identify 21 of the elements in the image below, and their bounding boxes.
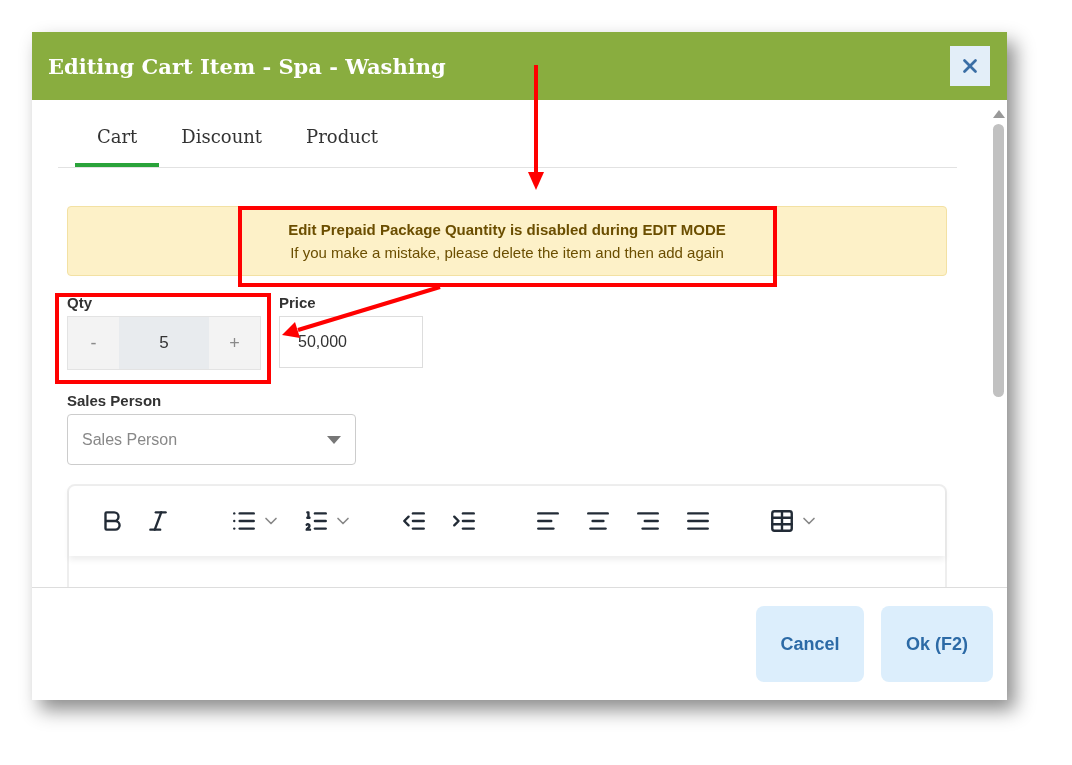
scroll-up-icon[interactable] (992, 110, 1005, 118)
sales-person-select[interactable]: Sales Person (67, 414, 356, 465)
qty-label: Qty (67, 294, 93, 311)
qty-value: 5 (119, 317, 209, 369)
tab[interactable]: Discount (159, 110, 285, 167)
tab[interactable]: Product (284, 110, 401, 167)
ok-button[interactable]: Ok (F2) (881, 606, 993, 682)
notice-heading: Edit Prepaid Package Quantity is disabled during EDIT MODE (288, 221, 726, 238)
close-button[interactable] (950, 46, 990, 86)
notice-message: If you make a mistake, please delete the item and then add again (290, 244, 724, 261)
scrollbar-thumb[interactable] (993, 124, 1004, 397)
cancel-button[interactable]: Cancel (756, 606, 864, 682)
price-label: Price (279, 294, 317, 311)
dropdown-caret-icon (327, 435, 341, 444)
select-placeholder: Sales Person (82, 430, 178, 449)
price-field[interactable]: 50,000 (279, 316, 423, 368)
table-icon[interactable] (769, 508, 795, 534)
sales-person-label: Sales Person (67, 392, 163, 409)
dialog-title: Editing Cart Item - Spa - Washing (48, 53, 446, 79)
tab[interactable]: Cart (75, 110, 160, 167)
numbered-list-icon[interactable] (303, 508, 329, 534)
